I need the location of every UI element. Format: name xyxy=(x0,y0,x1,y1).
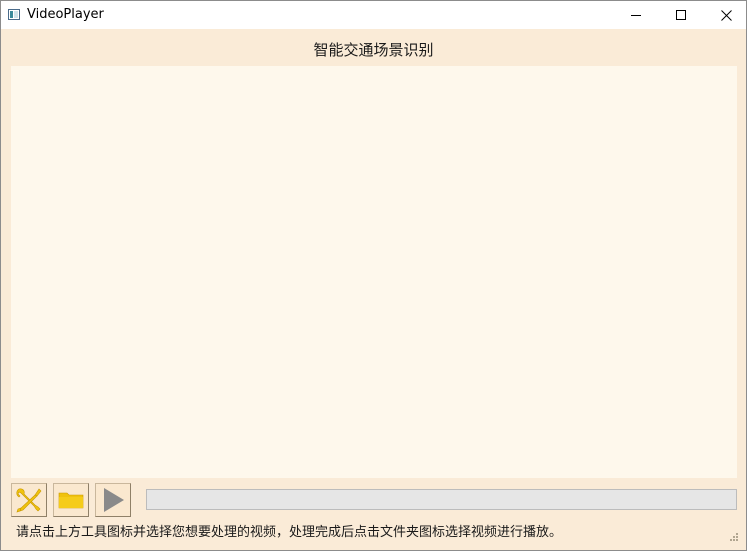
video-display-area xyxy=(11,66,737,478)
maximize-icon xyxy=(676,10,686,20)
title-bar[interactable]: VideoPlayer xyxy=(1,1,746,29)
page-title: 智能交通场景识别 xyxy=(313,41,434,59)
play-button[interactable] xyxy=(95,483,131,517)
app-window: VideoPlayer 智能交通场景识别 请点击上方工具图标并选择您想要处理的视… xyxy=(0,0,747,551)
tools-icon xyxy=(16,488,42,513)
progress-bar xyxy=(146,489,737,510)
size-grip-icon[interactable] xyxy=(730,533,738,541)
process-video-button[interactable] xyxy=(11,483,47,517)
maximize-button[interactable] xyxy=(659,1,704,29)
play-icon xyxy=(104,488,124,512)
open-folder-button[interactable] xyxy=(53,483,89,517)
minimize-icon xyxy=(631,15,641,16)
window-title: VideoPlayer xyxy=(27,7,104,22)
close-button[interactable] xyxy=(704,1,746,29)
folder-icon xyxy=(58,492,84,509)
close-icon xyxy=(721,10,732,21)
app-icon xyxy=(8,9,20,20)
status-bar-text: 请点击上方工具图标并选择您想要处理的视频，处理完成后点击文件夹图标选择视频进行播… xyxy=(16,525,563,540)
minimize-button[interactable] xyxy=(614,1,659,29)
